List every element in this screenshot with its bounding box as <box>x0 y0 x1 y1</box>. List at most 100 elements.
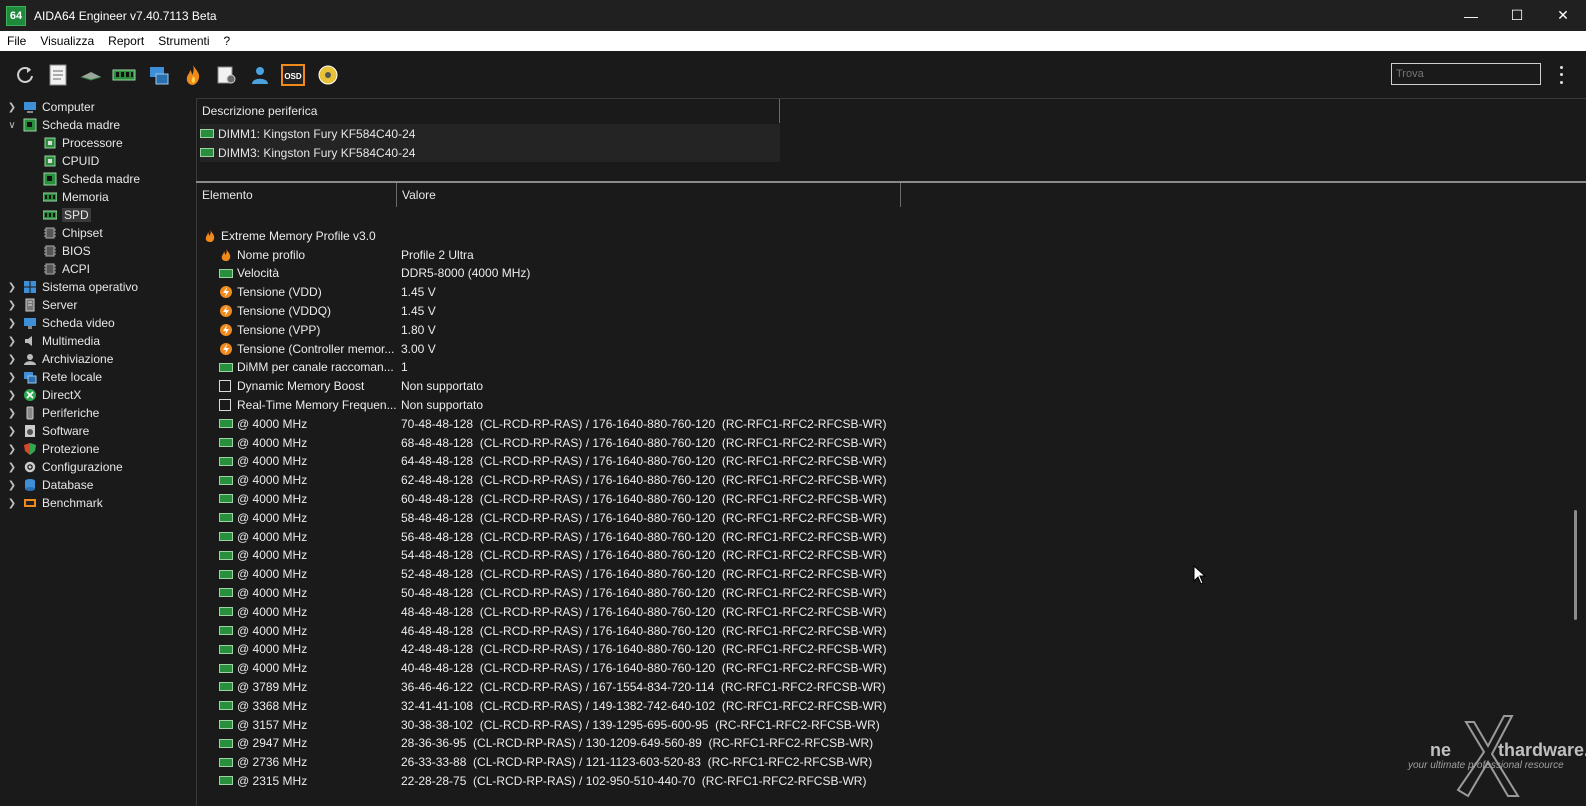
scrollbar-thumb[interactable] <box>1574 510 1577 620</box>
menu-help[interactable]: ? <box>217 34 238 48</box>
chevron-right-icon[interactable]: ❯ <box>6 354 18 365</box>
minimize-button[interactable]: — <box>1448 0 1494 31</box>
detail-row-element[interactable]: Tensione (VDD) <box>219 283 322 302</box>
ram-module-icon <box>43 192 57 202</box>
chevron-right-icon[interactable]: ❯ <box>6 372 18 383</box>
tree-item-chipset[interactable]: Chipset <box>38 224 103 242</box>
settings-list-icon[interactable] <box>214 63 238 87</box>
tree-item-scheda-madre-sub[interactable]: Scheda madre <box>38 170 140 188</box>
detail-row-element[interactable]: @ 4000 MHz <box>219 640 307 659</box>
detail-row-element[interactable]: DiMM per canale raccoman... <box>219 358 394 377</box>
network-monitor-icon[interactable] <box>147 63 171 87</box>
chevron-right-icon[interactable]: ❯ <box>6 426 18 437</box>
detail-row-element[interactable]: @ 4000 MHz <box>219 546 307 565</box>
tree-item-server[interactable]: ❯ Server <box>6 296 78 314</box>
tree-item-bios[interactable]: BIOS <box>38 242 91 260</box>
detail-row-element[interactable]: Velocità <box>219 264 279 283</box>
tree-item-software[interactable]: ❯ Software <box>6 422 90 440</box>
detail-row-element[interactable]: @ 4000 MHz <box>219 659 307 678</box>
tree-item-processore[interactable]: Processore <box>38 134 123 152</box>
tree-item-computer[interactable]: ❯ Computer <box>6 98 95 116</box>
detail-row-element[interactable]: @ 4000 MHz <box>219 433 307 452</box>
detail-row-element[interactable]: @ 2315 MHz <box>219 771 307 790</box>
tree-item-benchmark[interactable]: ❯ Benchmark <box>6 494 103 512</box>
menu-file[interactable]: File <box>0 34 33 48</box>
more-options-icon[interactable] <box>1556 64 1566 86</box>
tree-item-directx[interactable]: ❯ DirectX <box>6 386 82 404</box>
tree-item-acpi[interactable]: ACPI <box>38 260 90 278</box>
tree-item-sistema-operativo[interactable]: ❯ Sistema operativo <box>6 278 138 296</box>
detail-row-element[interactable]: @ 3368 MHz <box>219 696 307 715</box>
chevron-right-icon[interactable]: ❯ <box>6 408 18 419</box>
tree-item-periferiche[interactable]: ❯ Periferiche <box>6 404 100 422</box>
flame-icon[interactable] <box>181 63 205 87</box>
detail-row-element[interactable]: @ 4000 MHz <box>219 452 307 471</box>
tree-item-cpuid[interactable]: CPUID <box>38 152 99 170</box>
detail-row-element[interactable]: @ 2736 MHz <box>219 753 307 772</box>
chevron-right-icon[interactable]: ❯ <box>6 102 18 113</box>
voltage-icon <box>220 286 232 299</box>
tree-item-archiviazione[interactable]: ❯ Archiviazione <box>6 350 114 368</box>
chevron-right-icon[interactable]: ❯ <box>6 336 18 347</box>
detail-row-element[interactable]: @ 4000 MHz <box>219 565 307 584</box>
device-item[interactable]: DIMM3: Kingston Fury KF584C40-24 <box>200 143 780 162</box>
refresh-icon[interactable] <box>13 63 37 87</box>
audio-disc-icon[interactable] <box>316 63 340 87</box>
detail-row-element[interactable]: @ 2947 MHz <box>219 734 307 753</box>
detail-row-element[interactable]: @ 4000 MHz <box>219 414 307 433</box>
tree-item-protezione[interactable]: ❯ Protezione <box>6 440 100 458</box>
detail-row-element[interactable]: Tensione (VPP) <box>219 320 320 339</box>
detail-row-element[interactable]: @ 4000 MHz <box>219 508 307 527</box>
cpu-icon <box>44 137 56 149</box>
chevron-right-icon[interactable]: ❯ <box>6 462 18 473</box>
chevron-right-icon[interactable]: ❯ <box>6 480 18 491</box>
tree-item-multimedia[interactable]: ❯ Multimedia <box>6 332 100 350</box>
column-header-valore[interactable]: Valore <box>397 183 900 207</box>
search-input[interactable] <box>1391 63 1541 85</box>
detail-row-element[interactable]: @ 4000 MHz <box>219 527 307 546</box>
detail-row-element[interactable]: @ 3157 MHz <box>219 715 307 734</box>
tree-item-configurazione[interactable]: ❯ Configurazione <box>6 458 123 476</box>
memory-stick-icon[interactable] <box>79 63 103 87</box>
chevron-right-icon[interactable]: ❯ <box>6 390 18 401</box>
detail-row-element[interactable]: Nome profilo <box>219 245 305 264</box>
detail-row-element[interactable]: @ 4000 MHz <box>219 602 307 621</box>
detail-row-element[interactable]: Dynamic Memory Boost <box>219 377 364 396</box>
detail-row-value: Non supportato <box>401 379 484 394</box>
detail-element-label: @ 4000 MHz <box>237 623 308 638</box>
tree-item-database[interactable]: ❯ Database <box>6 476 94 494</box>
chevron-right-icon[interactable]: ❯ <box>6 282 18 293</box>
users-icon[interactable] <box>248 63 272 87</box>
menu-visualizza[interactable]: Visualizza <box>33 34 101 48</box>
chevron-right-icon[interactable]: ❯ <box>6 318 18 329</box>
detail-element-label: DiMM per canale raccoman... <box>237 360 394 375</box>
menu-strumenti[interactable]: Strumenti <box>151 34 216 48</box>
device-item[interactable]: DIMM1: Kingston Fury KF584C40-24 <box>200 124 780 143</box>
detail-row-element[interactable]: @ 4000 MHz <box>219 621 307 640</box>
tree-item-rete-locale[interactable]: ❯ Rete locale <box>6 368 102 386</box>
osd-icon[interactable]: OSD <box>281 63 305 87</box>
report-icon[interactable] <box>46 63 70 87</box>
chevron-down-icon[interactable]: ∨ <box>6 120 18 131</box>
column-header-descrizione[interactable]: Descrizione periferica <box>197 99 779 123</box>
detail-row-element[interactable]: @ 4000 MHz <box>219 471 307 490</box>
tree-item-scheda-video[interactable]: ❯ Scheda video <box>6 314 115 332</box>
close-button[interactable]: ✕ <box>1540 0 1586 31</box>
detail-row-element[interactable]: Tensione (VDDQ) <box>219 301 331 320</box>
detail-row-element[interactable]: @ 4000 MHz <box>219 583 307 602</box>
column-header-elemento[interactable]: Elemento <box>197 183 397 207</box>
detail-element-label: @ 4000 MHz <box>237 529 308 544</box>
chevron-right-icon[interactable]: ❯ <box>6 300 18 311</box>
tree-item-scheda-madre[interactable]: ∨ Scheda madre <box>6 116 120 134</box>
tree-item-memoria[interactable]: Memoria <box>38 188 109 206</box>
detail-row-element[interactable]: Tensione (Controller memor... <box>219 339 394 358</box>
ram-module-icon[interactable] <box>112 63 136 87</box>
chevron-right-icon[interactable]: ❯ <box>6 444 18 455</box>
detail-row-element[interactable]: @ 3789 MHz <box>219 677 307 696</box>
chevron-right-icon[interactable]: ❯ <box>6 498 18 509</box>
tree-item-spd[interactable]: SPD <box>38 206 91 224</box>
detail-row-element[interactable]: Real-Time Memory Frequen... <box>219 395 397 414</box>
detail-row-element[interactable]: @ 4000 MHz <box>219 489 307 508</box>
maximize-button[interactable]: ☐ <box>1494 0 1540 31</box>
menu-report[interactable]: Report <box>101 34 151 48</box>
